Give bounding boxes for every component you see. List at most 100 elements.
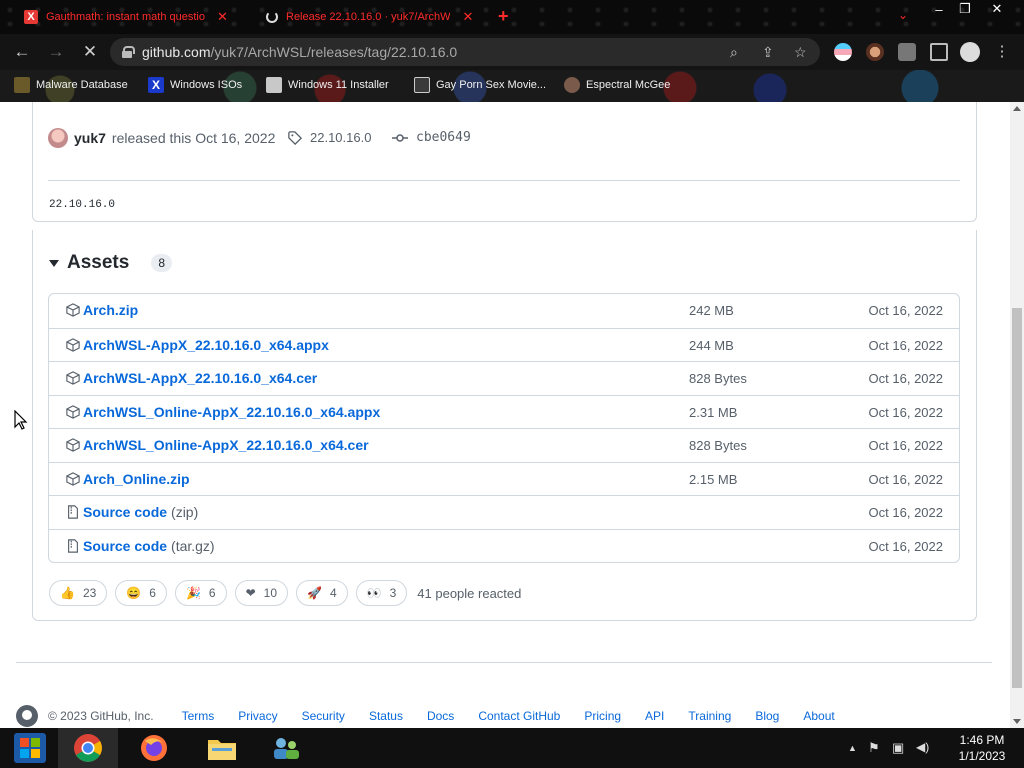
footer-link-pricing[interactable]: Pricing: [584, 709, 621, 723]
close-tab-icon[interactable]: ✕: [217, 9, 228, 25]
ghost-icon: [564, 77, 580, 93]
footer-link-security[interactable]: Security: [302, 709, 345, 723]
extensions-puzzle-icon[interactable]: [898, 43, 916, 61]
bookmark-windows-isos[interactable]: X Windows ISOs: [148, 77, 242, 93]
close-tab-icon[interactable]: ✕: [462, 9, 473, 25]
profile-icon[interactable]: [960, 42, 980, 62]
release-meta: yuk7 released this Oct 16, 2022: [48, 128, 275, 148]
mouse-cursor-icon: [14, 410, 28, 430]
lock-icon[interactable]: [122, 46, 135, 58]
new-tab-button[interactable]: +: [498, 6, 509, 27]
stop-reload-button[interactable]: ✕: [78, 42, 102, 62]
reaction-button[interactable]: 👍 23: [49, 580, 108, 606]
reaction-count: 4: [329, 586, 337, 600]
eyes-icon: 👀: [366, 586, 382, 600]
bookmark-star-icon[interactable]: ☆: [794, 44, 807, 61]
tray-overflow-icon[interactable]: ▲: [848, 743, 857, 753]
bookmark-espectral-mcgee[interactable]: Espectral McGee: [564, 77, 670, 93]
reaction-button[interactable]: 🚀 4: [296, 580, 348, 606]
bookmark-label: Espectral McGee: [586, 79, 671, 91]
asset-download-link[interactable]: Source code (tar.gz): [83, 538, 215, 554]
side-panel-icon[interactable]: [930, 43, 948, 61]
back-button[interactable]: ←: [10, 42, 34, 62]
reaction-summary: 41 people reacted: [417, 585, 522, 601]
system-clock[interactable]: 1:46 PM 1/1/2023: [944, 732, 1020, 764]
firefox-app[interactable]: [124, 728, 184, 768]
assets-count-badge: 8: [151, 254, 173, 272]
search-icon[interactable]: ⌕: [730, 44, 738, 61]
asset-download-link[interactable]: Source code (zip): [83, 504, 198, 520]
asset-download-link[interactable]: Arch.zip: [83, 302, 138, 318]
start-logo-icon: [14, 733, 46, 763]
close-window-button[interactable]: ✕: [980, 0, 1014, 18]
bookmark-site[interactable]: Gay Porn Sex Movie...: [414, 77, 546, 93]
assets-toggle[interactable]: Assets 8: [49, 252, 173, 274]
tab-release[interactable]: Release 22.10.16.0 · yuk7/ArchW ✕: [256, 4, 484, 30]
author-link[interactable]: yuk7: [74, 130, 106, 146]
reaction-button[interactable]: 👀 3: [355, 580, 408, 606]
share-icon[interactable]: ⇪: [762, 44, 774, 61]
footer-link-api[interactable]: API: [645, 709, 664, 723]
bookmark-label: Malware Database: [36, 79, 128, 91]
footer-link-training[interactable]: Training: [688, 709, 731, 723]
asset-name: ArchWSL_Online-AppX_22.10.16.0_x64.appx: [83, 403, 381, 420]
scroll-up-icon[interactable]: [1013, 106, 1021, 111]
asset-size: 244 MB: [689, 337, 734, 353]
file-explorer-app[interactable]: [192, 728, 252, 768]
bookmark-malware-database[interactable]: Malware Database: [14, 77, 128, 93]
footer-link-about[interactable]: About: [803, 709, 834, 723]
reaction-button[interactable]: ❤ 10: [234, 580, 289, 606]
restore-button[interactable]: ❐: [948, 0, 982, 18]
footer-link-docs[interactable]: Docs: [427, 709, 454, 723]
tab-search-button[interactable]: ⌄: [898, 8, 908, 22]
reaction-button[interactable]: 🎉 6: [174, 580, 227, 606]
address-bar[interactable]: github.com/yuk7/ArchWSL/releases/tag/22.…: [110, 38, 820, 66]
loading-spinner-icon: [266, 11, 278, 23]
release-tag[interactable]: 22.10.16.0: [288, 130, 371, 145]
browser-menu-icon[interactable]: ⋮: [990, 42, 1014, 60]
asset-row: ArchWSL_Online-AppX_22.10.16.0_x64.appx 2…: [49, 394, 959, 429]
asset-list: Arch.zip 242 MB Oct 16, 2022 ArchWSL-AppX_2…: [48, 293, 960, 563]
thumbs-up-icon: 👍: [60, 586, 75, 600]
asset-download-link[interactable]: ArchWSL_Online-AppX_22.10.16.0_x64.cer: [83, 437, 369, 453]
tab-gauthmath[interactable]: X Gauthmath: instant math questio ✕: [14, 4, 250, 30]
action-center-flag-icon[interactable]: ⚑: [868, 740, 880, 756]
scrollbar-thumb[interactable]: [1012, 308, 1022, 688]
network-icon[interactable]: ▣: [892, 740, 904, 756]
asset-download-link[interactable]: ArchWSL-AppX_22.10.16.0_x64.cer: [83, 370, 317, 386]
asset-row: Source code (tar.gz) Oct 16, 2022: [49, 528, 959, 563]
footer-link-terms[interactable]: Terms: [182, 709, 215, 723]
asset-download-link[interactable]: ArchWSL-AppX_22.10.16.0_x64.appx: [83, 337, 329, 353]
footer-link-blog[interactable]: Blog: [755, 709, 779, 723]
scroll-down-icon[interactable]: [1013, 719, 1021, 724]
footer-link-contact-github[interactable]: Contact GitHub: [478, 709, 560, 723]
chrome-app[interactable]: [58, 728, 118, 768]
asset-name: Source code: [83, 537, 168, 554]
extension-avatar-icon[interactable]: [866, 43, 884, 61]
asset-download-link[interactable]: ArchWSL_Online-AppX_22.10.16.0_x64.appx: [83, 404, 380, 420]
start-button[interactable]: [0, 728, 60, 768]
reaction-count: 6: [149, 586, 156, 600]
volume-icon[interactable]: ◀): [916, 740, 929, 754]
github-logo-icon[interactable]: [16, 705, 38, 727]
tag-label: 22.10.16.0: [310, 130, 372, 145]
avatar[interactable]: [48, 128, 68, 148]
network-app[interactable]: [256, 728, 316, 768]
footer-link-privacy[interactable]: Privacy: [238, 709, 277, 723]
asset-format: (zip): [171, 504, 199, 520]
asset-format: (tar.gz): [171, 537, 215, 554]
footer-link-status[interactable]: Status: [369, 709, 403, 723]
forward-button[interactable]: →: [44, 42, 68, 62]
asset-row: ArchWSL-AppX_22.10.16.0_x64.cer 828 Bytes…: [49, 361, 959, 395]
url-text[interactable]: github.com/yuk7/ArchWSL/releases/tag/22.…: [142, 44, 457, 60]
asset-download-link[interactable]: Arch_Online.zip: [83, 471, 190, 487]
release-commit[interactable]: cbe0649: [392, 130, 471, 145]
asset-row: ArchWSL-AppX_22.10.16.0_x64.appx 244 MB Oc…: [49, 327, 959, 362]
page-scrollbar[interactable]: [1010, 102, 1024, 728]
footer: © 2023 GitHub, Inc. Terms Privacy Security…: [16, 705, 859, 727]
reaction-button[interactable]: 😄 6: [115, 580, 167, 606]
reactions-bar: 👍 23 😄 6 🎉 6 ❤ 10 🚀 4 👀 3 41 people reacted: [49, 580, 521, 606]
bookmark-windows-11-installer[interactable]: Windows 11 Installer: [266, 77, 389, 93]
extension-flag-icon[interactable]: [834, 43, 852, 61]
bookmarks-bar: Malware Database X Windows ISOs Windows …: [0, 70, 1024, 102]
